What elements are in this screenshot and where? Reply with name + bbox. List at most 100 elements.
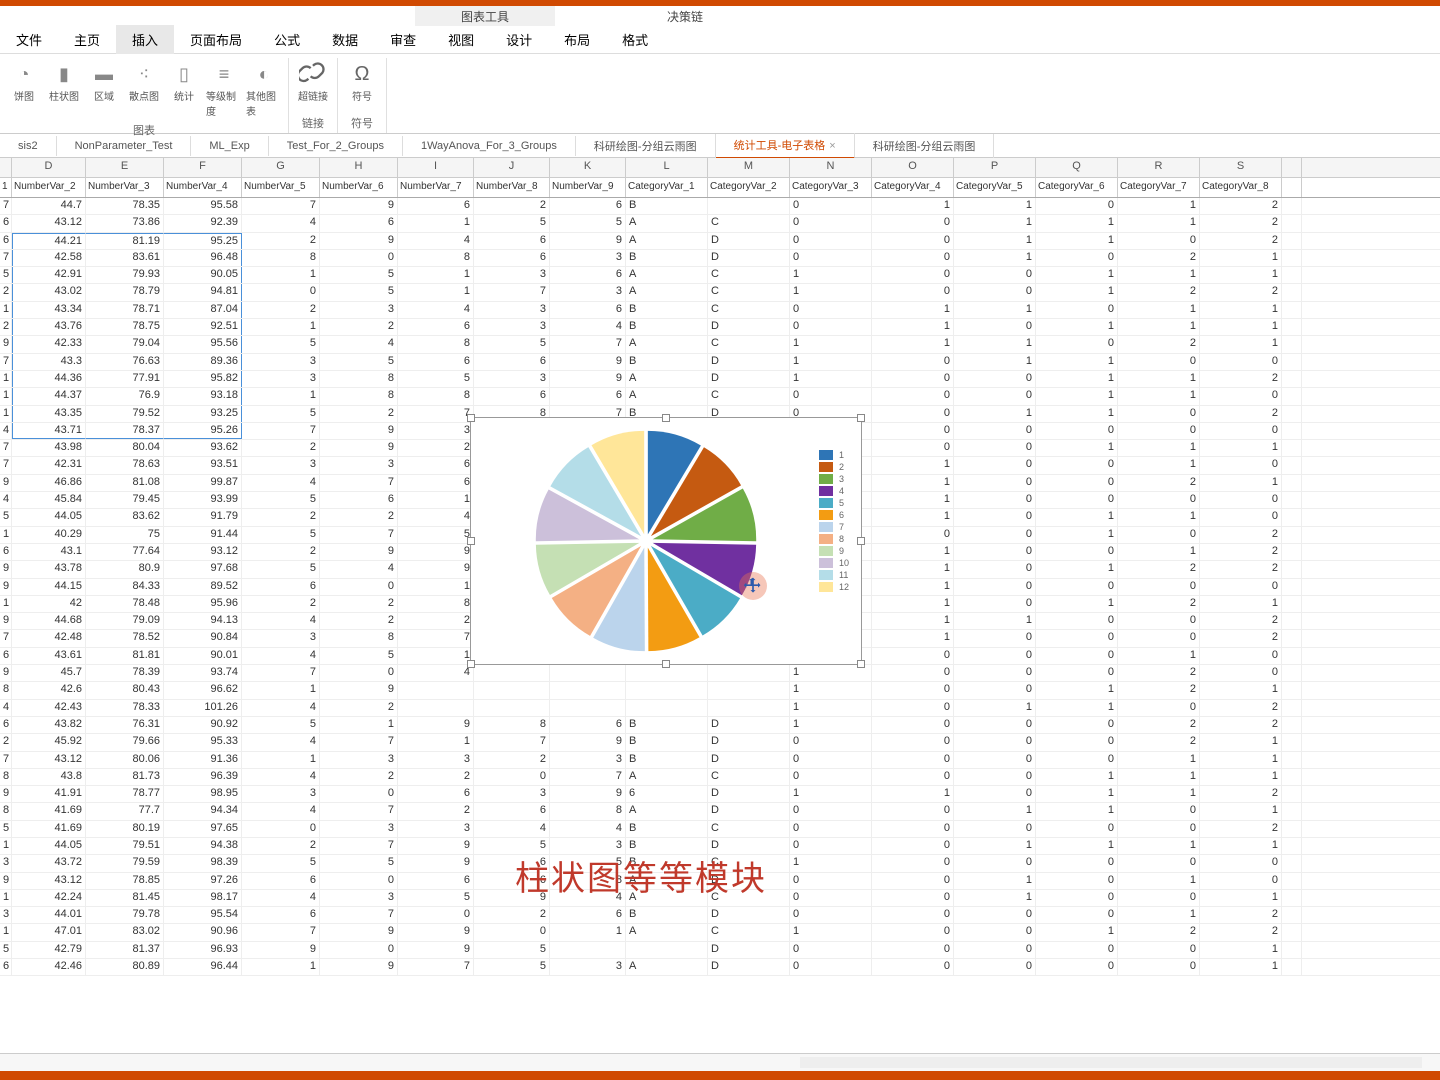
cell[interactable]: 9 [550, 371, 626, 387]
cell[interactable]: 90.84 [164, 630, 242, 646]
cell[interactable]: 0 [1036, 613, 1118, 629]
cell[interactable]: 87.04 [164, 302, 242, 318]
table-row[interactable]: 245.9279.6695.3347179BD000021 [0, 734, 1440, 751]
cell[interactable]: 99.87 [164, 475, 242, 491]
col-letter-[interactable] [1282, 158, 1302, 177]
cell[interactable]: 2 [1118, 734, 1200, 750]
cell[interactable]: 44.01 [12, 907, 86, 923]
cell[interactable]: 1 [398, 267, 474, 283]
cell[interactable]: 5 [242, 492, 320, 508]
cell[interactable]: 3 [398, 752, 474, 768]
cell[interactable]: 1 [954, 406, 1036, 422]
cell[interactable]: 0 [1036, 302, 1118, 318]
table-row[interactable]: 143.3478.7187.0423436BC011011 [0, 302, 1440, 319]
cell[interactable]: 95.33 [164, 734, 242, 750]
cell[interactable]: 78.35 [86, 198, 164, 214]
cell[interactable]: 1 [1036, 233, 1118, 249]
cell[interactable]: 1 [954, 250, 1036, 266]
table-row[interactable]: 744.778.3595.5879626B011012 [0, 198, 1440, 215]
cell[interactable]: 1 [1200, 752, 1282, 768]
cell[interactable]: 42.58 [12, 250, 86, 266]
cell[interactable]: 5 [398, 890, 474, 906]
cell[interactable]: 6 [0, 959, 12, 975]
cell[interactable]: 9 [320, 233, 398, 249]
cell[interactable]: 2 [242, 596, 320, 612]
cell[interactable]: 91.79 [164, 509, 242, 525]
cell[interactable]: 5 [242, 561, 320, 577]
cell[interactable]: 0 [474, 769, 550, 785]
cell[interactable]: 1 [1200, 803, 1282, 819]
cell[interactable]: 1 [1118, 371, 1200, 387]
resize-handle-lm[interactable] [467, 537, 475, 545]
field-header-9[interactable]: CategoryVar_1 [626, 178, 708, 197]
cell[interactable]: 43.1 [12, 544, 86, 560]
cell[interactable] [1282, 475, 1302, 491]
cell[interactable]: 0 [872, 855, 954, 871]
cell[interactable] [1282, 302, 1302, 318]
cell[interactable]: 7 [0, 457, 12, 473]
cell[interactable]: 7 [320, 527, 398, 543]
cell[interactable]: 0 [790, 388, 872, 404]
cell[interactable]: 79.59 [86, 855, 164, 871]
cell[interactable]: 95.25 [164, 233, 242, 249]
cell[interactable] [1282, 406, 1302, 422]
cell[interactable]: 44.68 [12, 613, 86, 629]
field-header-11[interactable]: CategoryVar_3 [790, 178, 872, 197]
cell[interactable]: 1 [242, 959, 320, 975]
cell[interactable]: 0 [872, 682, 954, 698]
cell[interactable]: B [626, 734, 708, 750]
cell[interactable]: 1 [1036, 561, 1118, 577]
cell[interactable]: 7 [0, 198, 12, 214]
cell[interactable]: 1 [872, 786, 954, 802]
cell[interactable]: 6 [474, 233, 550, 249]
cell[interactable]: 4 [242, 215, 320, 231]
cell[interactable]: 79.45 [86, 492, 164, 508]
cell[interactable]: 1 [398, 648, 474, 664]
cell[interactable]: 2 [398, 803, 474, 819]
cell[interactable]: 7 [474, 284, 550, 300]
cell[interactable]: 1 [1036, 319, 1118, 335]
cell[interactable]: 1 [320, 717, 398, 733]
table-row[interactable]: 945.778.3993.74704100020 [0, 665, 1440, 682]
cell[interactable]: 2 [1200, 215, 1282, 231]
cell[interactable]: 2 [1118, 336, 1200, 352]
cell[interactable]: 43.35 [12, 406, 86, 422]
cell[interactable]: 3 [320, 752, 398, 768]
cell[interactable]: 4 [242, 700, 320, 716]
cell[interactable]: 9 [550, 354, 626, 370]
cell[interactable]: 1 [1036, 786, 1118, 802]
cell[interactable]: 4 [550, 319, 626, 335]
cell[interactable]: 5 [474, 215, 550, 231]
cell[interactable]: 93.74 [164, 665, 242, 681]
cell[interactable]: 0 [1118, 233, 1200, 249]
cell[interactable]: 3 [320, 457, 398, 473]
cell[interactable]: 5 [0, 942, 12, 958]
cell[interactable]: 4 [550, 821, 626, 837]
cell[interactable]: 0 [1200, 388, 1282, 404]
cell[interactable]: 73.86 [86, 215, 164, 231]
cell[interactable]: D [708, 786, 790, 802]
cell[interactable] [1282, 509, 1302, 525]
cell[interactable]: 97.68 [164, 561, 242, 577]
cell[interactable]: 80.06 [86, 752, 164, 768]
cell[interactable]: 0 [1036, 890, 1118, 906]
cell[interactable]: A [626, 388, 708, 404]
cell[interactable]: B [626, 752, 708, 768]
cell[interactable]: 1 [1200, 734, 1282, 750]
cell[interactable]: 1 [954, 198, 1036, 214]
cell[interactable]: 79.51 [86, 838, 164, 854]
col-letter-N[interactable]: N [790, 158, 872, 177]
cell[interactable]: 41.69 [12, 803, 86, 819]
symbol-button[interactable]: Ω 符号 [342, 58, 382, 113]
cell[interactable]: 2 [242, 302, 320, 318]
cell[interactable]: 96.48 [164, 250, 242, 266]
cell[interactable]: 1 [1118, 907, 1200, 923]
cell[interactable]: 1 [872, 561, 954, 577]
cell[interactable]: 0 [1200, 457, 1282, 473]
cell[interactable]: 90.92 [164, 717, 242, 733]
field-header-8[interactable]: NumberVar_9 [550, 178, 626, 197]
cell[interactable]: 0 [1036, 907, 1118, 923]
col-letter-J[interactable]: J [474, 158, 550, 177]
cell[interactable]: 8 [0, 803, 12, 819]
cell[interactable]: D [708, 959, 790, 975]
